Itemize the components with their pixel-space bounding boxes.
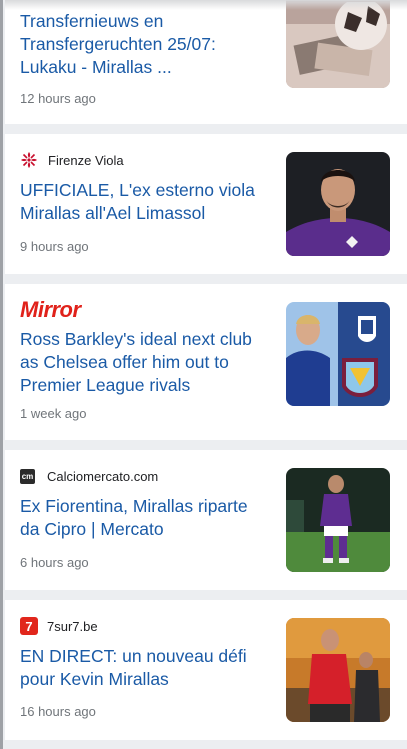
news-card[interactable]: Transfernieuws en Transfergeruchten 25/0… bbox=[5, 0, 407, 124]
source-name: 7sur7.be bbox=[47, 618, 98, 634]
article-title[interactable]: Ex Fiorentina, Mirallas riparte da Cipro… bbox=[20, 495, 265, 541]
source-name: Calciomercato.com bbox=[47, 468, 159, 484]
article-thumbnail[interactable] bbox=[286, 618, 390, 722]
7sur7-logo-icon: 7 bbox=[20, 617, 38, 635]
article-title[interactable]: Transfernieuws en Transfergeruchten 25/0… bbox=[20, 10, 265, 79]
mirror-wordmark: Mirror bbox=[20, 297, 81, 322]
article-thumbnail[interactable] bbox=[286, 468, 390, 572]
news-card[interactable]: cm Calciomercato.com Ex Fiorentina, Mira… bbox=[5, 450, 407, 590]
article-source[interactable]: 7 7sur7.be bbox=[20, 616, 98, 636]
news-feed: Transfernieuws en Transfergeruchten 25/0… bbox=[0, 0, 407, 749]
article-source[interactable]: Mirror bbox=[20, 297, 81, 322]
article-time: 9 hours ago bbox=[20, 239, 89, 254]
cm-logo-icon: cm bbox=[20, 468, 35, 484]
news-card[interactable]: Mirror Ross Barkley's ideal next club as… bbox=[5, 284, 407, 440]
article-time: 1 week ago bbox=[20, 406, 87, 421]
article-source[interactable]: cm Calciomercato.com bbox=[20, 466, 158, 486]
article-title[interactable]: EN DIRECT: un nouveau défi pour Kevin Mi… bbox=[20, 645, 265, 691]
article-thumbnail[interactable] bbox=[286, 302, 390, 406]
top-scroll-shadow bbox=[5, 0, 407, 10]
article-time: 16 hours ago bbox=[20, 704, 96, 719]
article-source[interactable]: Firenze Viola bbox=[20, 150, 124, 170]
fiorentina-lily-icon bbox=[20, 151, 38, 169]
article-thumbnail[interactable] bbox=[286, 0, 390, 88]
left-scroll-edge bbox=[0, 0, 3, 749]
article-title[interactable]: Ross Barkley's ideal next club as Chelse… bbox=[20, 328, 265, 397]
article-time: 6 hours ago bbox=[20, 555, 89, 570]
article-title[interactable]: UFFICIALE, L'ex esterno viola Mirallas a… bbox=[20, 179, 265, 225]
news-card[interactable]: Firenze Viola UFFICIALE, L'ex esterno vi… bbox=[5, 134, 407, 274]
article-time: 12 hours ago bbox=[20, 91, 96, 106]
article-thumbnail[interactable] bbox=[286, 152, 390, 256]
news-card[interactable]: 7 7sur7.be EN DIRECT: un nouveau défi po… bbox=[5, 600, 407, 740]
source-name: Firenze Viola bbox=[48, 152, 124, 168]
